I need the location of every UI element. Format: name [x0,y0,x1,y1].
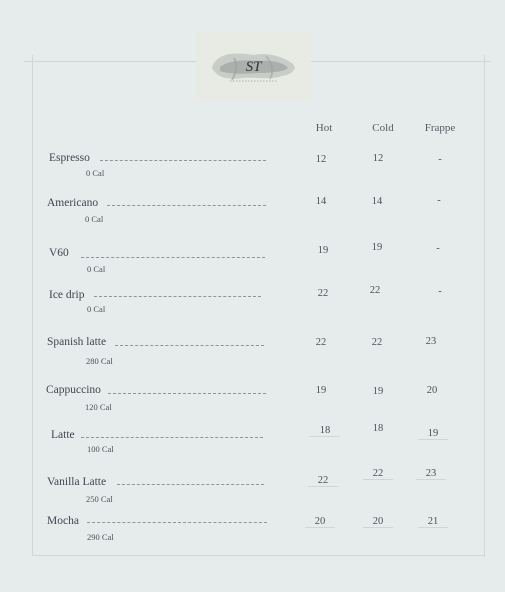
price-frappe: - [437,195,441,206]
price-cold: 19 [371,242,383,253]
item-calories: 100 Cal [87,444,114,454]
item-calories: 290 Cal [87,532,114,542]
price-frappe: - [438,286,442,297]
price-cold: 19 [372,386,384,397]
price-frappe: 23 [416,468,446,480]
price-cold: 20 [363,516,393,528]
item-name: Cappuccino [46,384,101,396]
price-hot: 22 [315,337,327,348]
item-calories: 280 Cal [86,356,113,366]
price-hot: 22 [317,288,329,299]
item-name: Latte [51,429,75,441]
price-cold: 18 [372,423,384,434]
item-name: Mocha [47,515,79,527]
brand-logo: ST [196,33,311,101]
price-cold: 22 [363,468,393,480]
item-calories: 250 Cal [86,494,113,504]
item-calories: 0 Cal [87,304,106,314]
price-frappe: 19 [418,428,448,440]
item-name: Spanish latte [47,336,107,348]
frame-line-top-right [311,61,491,62]
item-calories: 0 Cal [87,264,106,274]
price-cold: 22 [369,285,381,296]
dotted-leader [107,205,266,206]
price-cold: 22 [371,337,383,348]
item-name: Espresso [49,152,90,164]
price-hot: 22 [308,475,338,487]
frame-line-left [32,55,33,555]
frame-line-bottom [32,555,485,556]
price-hot: 18 [310,425,340,437]
item-name: Americano [47,197,99,209]
dotted-leader [115,345,264,346]
price-hot: 12 [315,154,327,165]
item-calories: 120 Cal [85,402,112,412]
price-hot: 14 [315,196,327,207]
column-header-frappe: Frappe [424,122,456,134]
column-header-cold: Cold [372,122,394,134]
price-frappe: - [436,243,440,254]
column-header-hot: Hot [315,122,333,134]
logo-mark: ST [245,59,262,75]
price-frappe: 20 [426,385,438,396]
price-cold: 12 [372,153,384,164]
item-calories: 0 Cal [86,168,105,178]
item-name: Vanilla Latte [47,476,107,488]
price-frappe: - [438,154,442,165]
dotted-leader [81,437,263,438]
price-frappe: 21 [418,516,448,528]
dotted-leader [81,257,265,258]
dotted-leader [87,522,267,523]
item-calories: 0 Cal [85,214,104,224]
frame-line-right [484,55,485,557]
price-hot: 19 [317,245,329,256]
item-name: Ice drip [49,289,85,301]
price-frappe: 23 [425,336,437,347]
dotted-leader [117,484,264,485]
dotted-leader [94,296,261,297]
dotted-leader [100,160,266,161]
price-cold: 14 [371,196,383,207]
frame-line-top-left [24,61,199,62]
price-hot: 20 [305,516,335,528]
item-name: V60 [49,247,69,259]
dotted-leader [108,393,266,394]
price-hot: 19 [315,385,327,396]
